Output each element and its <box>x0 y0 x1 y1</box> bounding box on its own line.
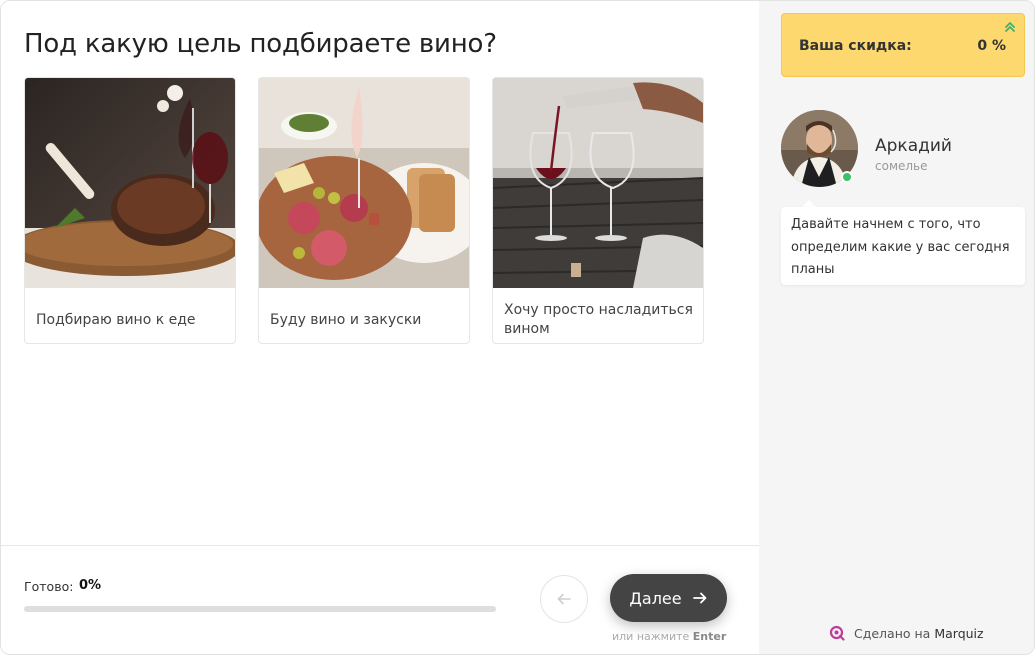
option-card-food[interactable]: Подбираю вино к еде <box>24 77 236 344</box>
next-button-label: Далее <box>629 588 682 608</box>
arrow-right-icon <box>692 592 707 604</box>
footer-divider <box>1 545 759 546</box>
progress-label: Готово: <box>24 579 74 594</box>
hint-key: Enter <box>692 630 727 643</box>
discount-box: Ваша скидка: 0 % <box>781 13 1025 77</box>
question-title: Под какую цель подбираете вино? <box>24 29 497 59</box>
steak-image <box>25 78 235 288</box>
option-card-snacks[interactable]: Буду вино и закуски <box>258 77 470 344</box>
hint-prefix: или нажмите <box>612 630 690 643</box>
option-label: Буду вино и закуски <box>270 311 422 328</box>
progress-bar <box>24 606 496 612</box>
next-button[interactable]: Далее <box>610 574 727 622</box>
option-card-enjoy[interactable]: Хочу просто насладиться вином <box>492 77 704 344</box>
quiz-main-panel: Под какую цель подбираете вино? Подбираю… <box>1 1 759 654</box>
quiz-window: Под какую цель подбираете вино? Подбираю… <box>0 0 1035 655</box>
option-label: Хочу просто насладиться вином <box>504 302 693 337</box>
sidebar-panel <box>759 1 1034 654</box>
back-button[interactable] <box>540 575 588 623</box>
made-by-brand: Marquiz <box>934 625 984 641</box>
marquiz-logo-icon <box>829 625 845 641</box>
made-by-prefix: Сделано на <box>854 625 931 641</box>
keyboard-hint: или нажмите Enter <box>612 630 726 643</box>
arrow-left-icon <box>557 593 571 605</box>
option-label: Подбираю вино к еде <box>36 311 196 328</box>
chevron-double-up-icon <box>1005 22 1015 32</box>
made-by-link[interactable]: Сделано на Marquiz <box>829 625 984 641</box>
consultant-role: сомелье <box>875 159 928 173</box>
consultant-message: Давайте начнем с того, что определим как… <box>781 207 1025 285</box>
discount-value: 0 % <box>977 38 1006 54</box>
progress-value: 0% <box>79 578 102 593</box>
discount-label: Ваша скидка: <box>799 38 912 54</box>
consultant-name: Аркадий <box>875 136 952 156</box>
pouring-wine-image <box>493 78 703 288</box>
online-status-icon <box>841 171 853 183</box>
charcuterie-image <box>259 78 469 288</box>
